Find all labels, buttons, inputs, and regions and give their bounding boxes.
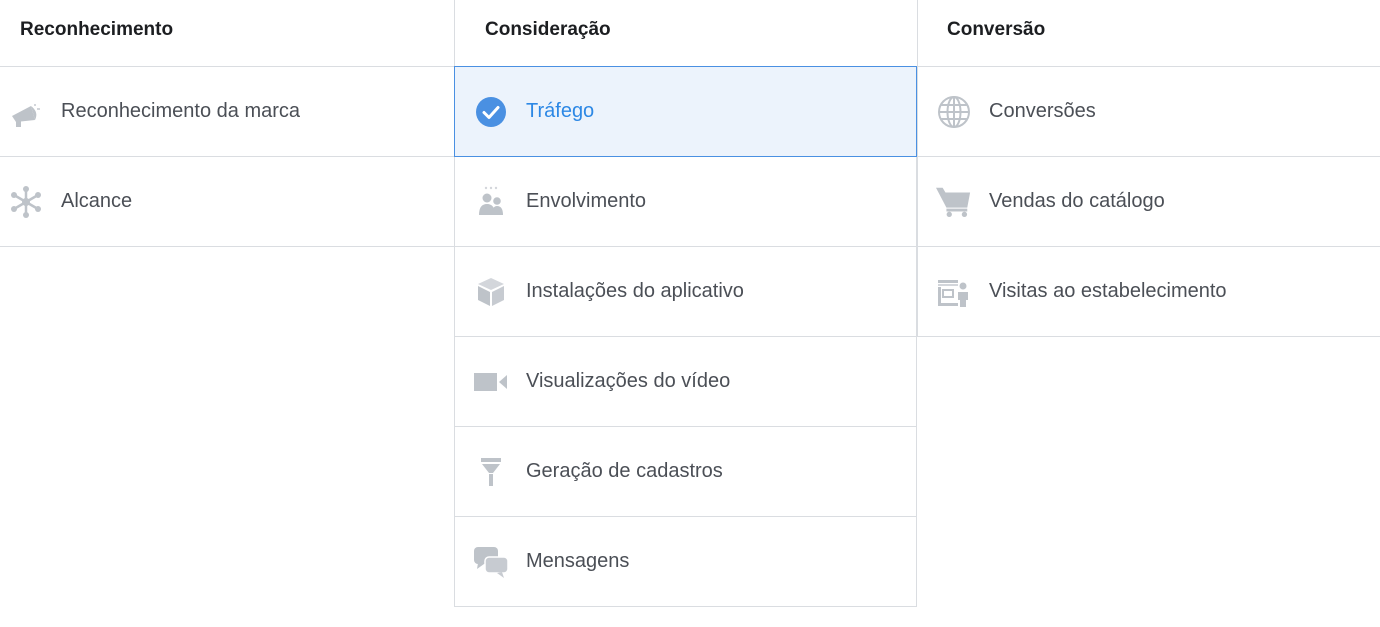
objective-label: Envolvimento — [526, 190, 647, 212]
column-header: Consideração — [454, 0, 917, 67]
objective-label: Conversões — [989, 100, 1096, 122]
objective-label: Visualizações do vídeo — [526, 370, 731, 392]
chat-bubbles-icon — [473, 544, 509, 580]
objective-label: Geração de cadastros — [526, 460, 723, 482]
funnel-icon — [473, 454, 509, 490]
objective-label: Instalações do aplicativo — [526, 280, 744, 302]
store-visit-icon — [936, 274, 972, 310]
video-camera-icon — [473, 364, 509, 400]
column-header: Conversão — [917, 0, 1380, 67]
objective-catalog-sales[interactable]: Vendas do catálogo — [917, 157, 1380, 247]
objective-label: Alcance — [61, 190, 133, 212]
objective-label: Mensagens — [526, 550, 630, 572]
globe-icon — [936, 94, 972, 130]
checkmark-circle-icon — [473, 94, 509, 130]
objective-label: Reconhecimento da marca — [61, 100, 301, 122]
objective-conversions[interactable]: Conversões — [917, 67, 1380, 157]
objective-app-installs[interactable]: Instalações do aplicativo — [454, 247, 917, 337]
objective-lead-generation[interactable]: Geração de cadastros — [454, 427, 917, 517]
objective-traffic[interactable]: Tráfego — [454, 66, 917, 157]
megaphone-icon — [8, 94, 44, 130]
objective-reach[interactable]: Alcance — [0, 157, 454, 247]
people-icon — [473, 184, 509, 220]
objective-column-consideration: Consideração Tráfego Envolvimento Instal… — [454, 0, 917, 607]
shopping-cart-icon — [936, 184, 972, 220]
objective-messages[interactable]: Mensagens — [454, 517, 917, 607]
objective-column-conversion: Conversão Conversões Vendas do catálogo … — [917, 0, 1380, 337]
objective-store-visits[interactable]: Visitas ao estabelecimento — [917, 247, 1380, 337]
cube-icon — [473, 274, 509, 310]
objective-video-views[interactable]: Visualizações do vídeo — [454, 337, 917, 427]
objective-column-awareness: Reconhecimento Reconhecimento da marca A… — [0, 0, 454, 247]
reach-network-icon — [8, 184, 44, 220]
objective-label: Vendas do catálogo — [989, 190, 1165, 212]
column-header: Reconhecimento — [0, 0, 454, 67]
objective-brand-awareness[interactable]: Reconhecimento da marca — [0, 67, 454, 157]
objective-engagement[interactable]: Envolvimento — [454, 157, 917, 247]
objective-label: Tráfego — [526, 100, 595, 122]
objective-label: Visitas ao estabelecimento — [989, 280, 1227, 302]
